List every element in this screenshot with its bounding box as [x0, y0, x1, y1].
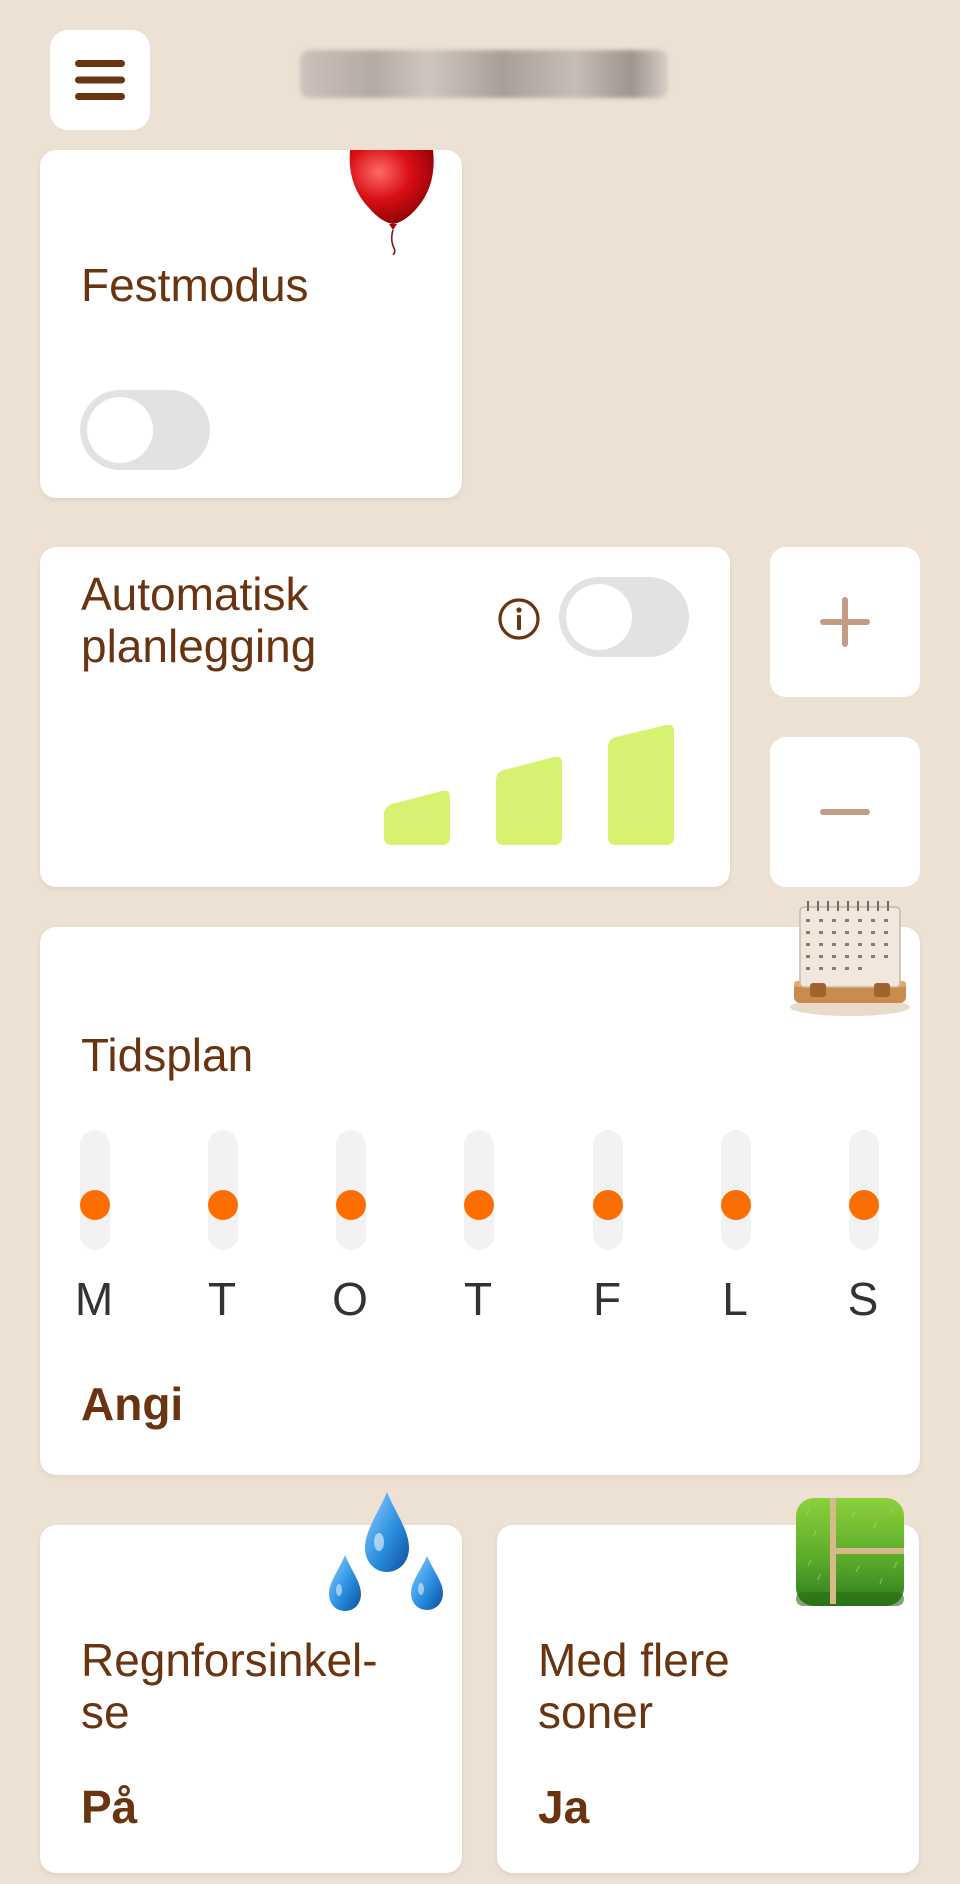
minus-icon: [820, 809, 870, 815]
day-slider-dot[interactable]: [593, 1190, 623, 1220]
schedule-title: Tidsplan: [81, 1029, 254, 1081]
day-slider-dot[interactable]: [849, 1190, 879, 1220]
day-slider-dot[interactable]: [80, 1190, 110, 1220]
day-column-sunday[interactable]: S: [833, 1130, 893, 1340]
increase-button[interactable]: [770, 547, 920, 697]
day-label: T: [207, 1273, 237, 1325]
auto-planning-title-line2: planlegging: [81, 619, 317, 672]
day-column-friday[interactable]: F: [577, 1130, 637, 1340]
day-label: F: [592, 1273, 622, 1325]
party-mode-title: Festmodus: [81, 259, 309, 311]
schedule-set-button[interactable]: Angi: [81, 1377, 183, 1431]
day-column-thursday[interactable]: T: [448, 1130, 508, 1340]
rain-delay-title-line2: se: [81, 1685, 130, 1738]
menu-button[interactable]: [50, 30, 150, 130]
toggle-knob: [566, 584, 632, 650]
party-mode-toggle[interactable]: [80, 390, 210, 470]
raindrops-icon: [329, 1492, 443, 1611]
rain-delay-title: Regnforsinkel- se: [81, 1634, 378, 1739]
day-label: T: [463, 1273, 493, 1325]
balloon-icon: [349, 150, 434, 255]
plus-icon: [820, 597, 870, 647]
device-title-obscured: [300, 50, 668, 98]
info-icon[interactable]: [497, 597, 541, 641]
rain-delay-value: På: [81, 1781, 138, 1833]
multi-zone-title-line1: Med flere: [538, 1634, 730, 1686]
auto-planning-title-line1: Automatisk: [81, 568, 309, 620]
day-slider-dot[interactable]: [336, 1190, 366, 1220]
day-label: S: [847, 1273, 879, 1325]
auto-planning-title: Automatisk planlegging: [81, 568, 317, 673]
day-slider-dot[interactable]: [721, 1190, 751, 1220]
auto-planning-card[interactable]: Automatisk planlegging: [40, 547, 730, 887]
toggle-knob: [87, 397, 153, 463]
lawn-zones-icon: [796, 1498, 904, 1606]
multi-zone-value: Ja: [538, 1781, 590, 1833]
hamburger-menu-icon: [75, 60, 125, 100]
day-slider-dot[interactable]: [208, 1190, 238, 1220]
decrease-button[interactable]: [770, 737, 920, 887]
day-column-saturday[interactable]: L: [705, 1130, 765, 1340]
day-column-monday[interactable]: M: [64, 1130, 124, 1340]
day-label: O: [332, 1273, 368, 1325]
day-slider-dot[interactable]: [464, 1190, 494, 1220]
day-column-tuesday[interactable]: T: [192, 1130, 252, 1340]
signal-bars-icon: [384, 725, 674, 845]
auto-planning-toggle[interactable]: [559, 577, 689, 657]
rain-delay-title-line1: Regnforsinkel-: [81, 1634, 378, 1686]
desk-calendar-icon: [790, 901, 910, 1016]
multi-zone-title-line2: soner: [538, 1685, 654, 1738]
day-label: M: [74, 1273, 114, 1325]
day-column-wednesday[interactable]: O: [320, 1130, 380, 1340]
day-label: L: [722, 1273, 748, 1325]
multi-zone-title: Med flere soner: [538, 1634, 730, 1739]
